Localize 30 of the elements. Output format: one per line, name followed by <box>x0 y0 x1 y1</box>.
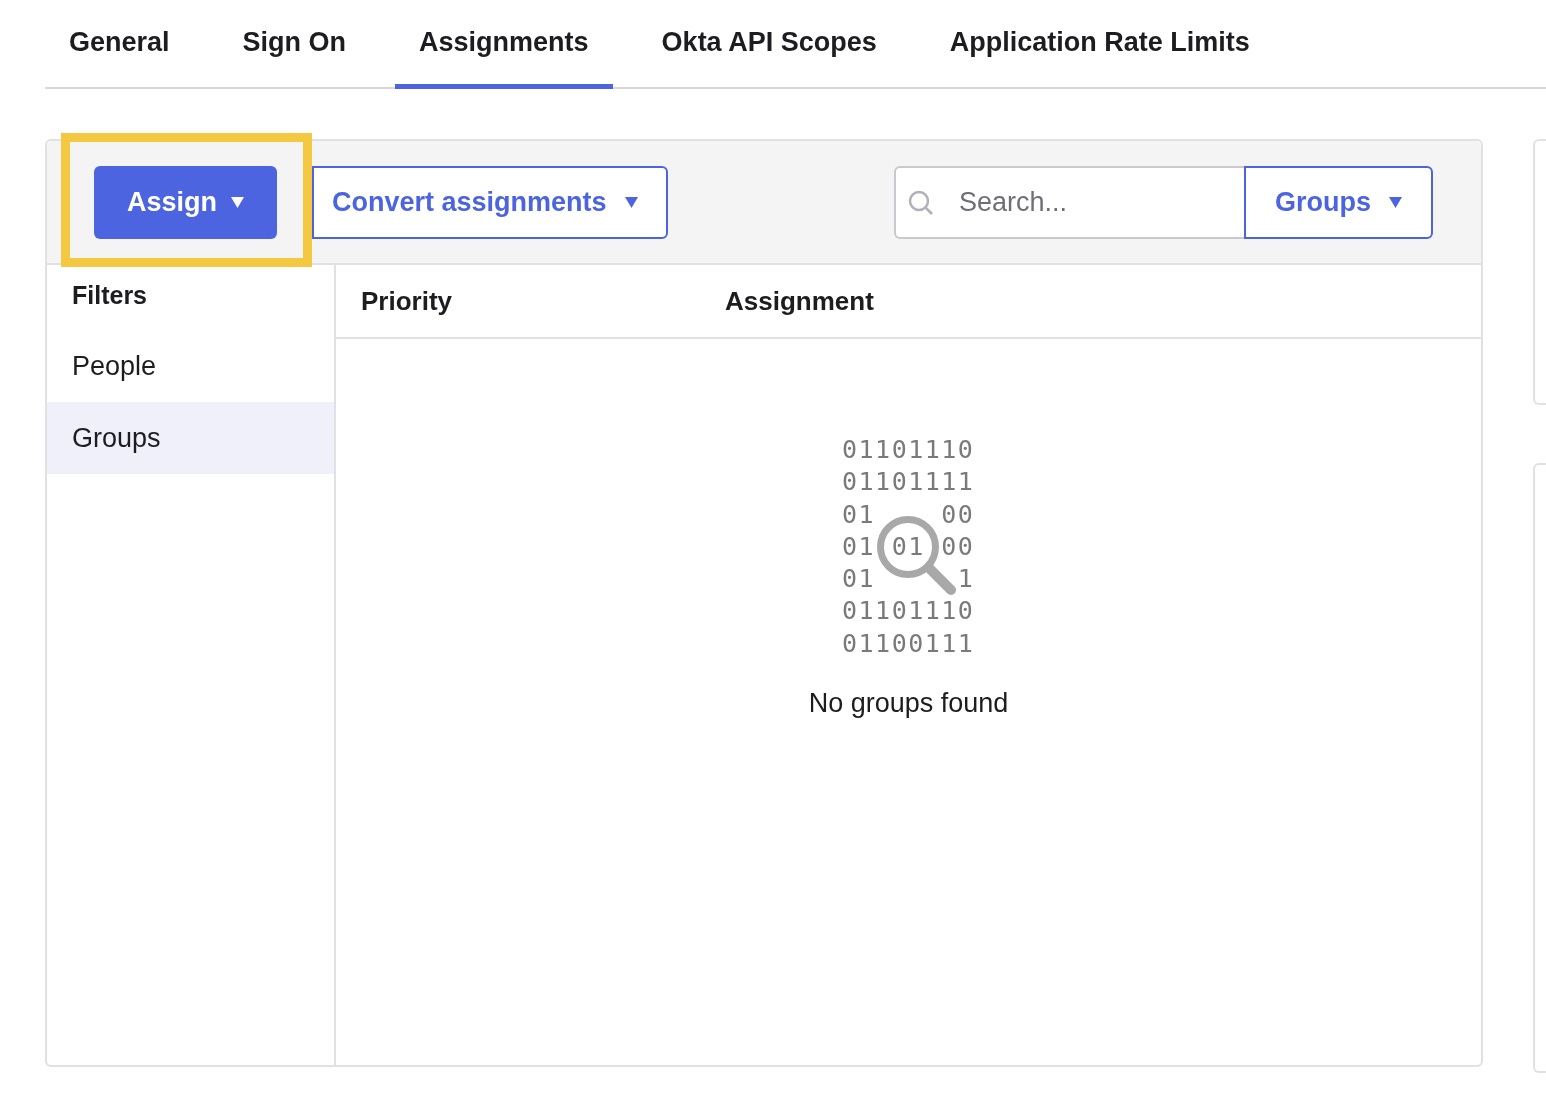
filter-item[interactable]: Groups <box>47 402 334 474</box>
tab[interactable]: General <box>45 0 194 89</box>
convert-assignments-button[interactable]: Convert assignments <box>312 165 668 239</box>
caret-icon <box>624 196 638 208</box>
binary-digits: 00 <box>941 530 975 563</box>
binary-digits: 01 <box>842 530 876 563</box>
empty-message: No groups found <box>808 688 1009 720</box>
search-field[interactable]: Search... <box>894 165 1244 239</box>
binary-digits: 00 <box>941 498 975 531</box>
binary-digits: 01101110 <box>842 595 975 628</box>
binary-digits: 01101110 <box>842 434 975 466</box>
filter-item[interactable]: People <box>47 330 334 402</box>
type-dropdown[interactable]: Groups <box>1244 165 1433 239</box>
binary-digits: 01101111 <box>842 466 975 499</box>
filters-title: Filters <box>71 280 149 311</box>
search-icon <box>908 189 934 216</box>
binary-digits: 01 <box>842 498 876 531</box>
tab[interactable]: Sign On <box>218 0 371 89</box>
column-header: Assignment <box>725 285 875 317</box>
assign-button[interactable]: Assign <box>94 165 277 239</box>
tab[interactable]: Assignments <box>395 0 613 89</box>
caret-icon <box>231 196 244 208</box>
caret-icon <box>1389 196 1402 208</box>
tab[interactable]: Okta API Scopes <box>637 0 901 89</box>
tab[interactable]: Application Rate Limits <box>925 0 1274 89</box>
binary-digits: 1 <box>957 563 975 596</box>
binary-digits: 01 <box>842 563 876 596</box>
column-header: Priority <box>361 285 454 317</box>
binary-digits: 01100111 <box>842 627 975 660</box>
binary-digits: 01 <box>891 530 925 563</box>
